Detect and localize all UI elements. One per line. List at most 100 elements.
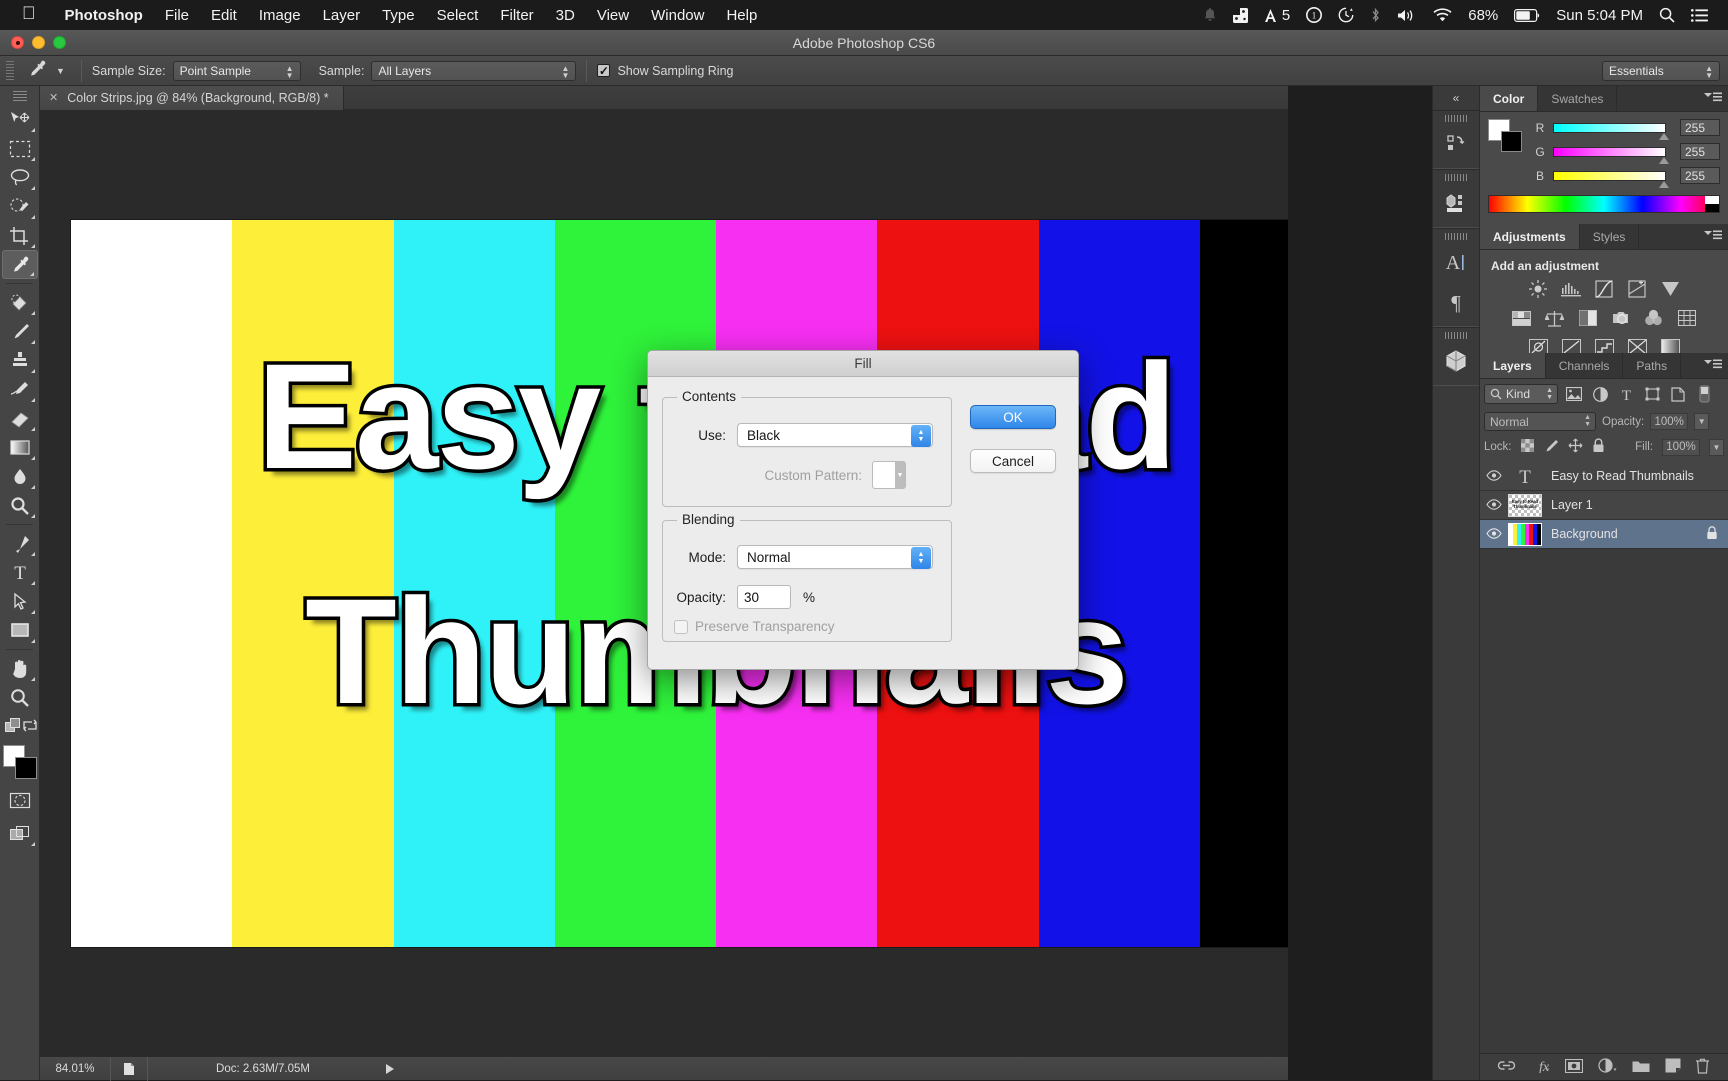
pen-tool[interactable] — [2, 529, 38, 558]
clock-icon[interactable] — [1330, 7, 1362, 23]
history-brush-tool[interactable] — [2, 375, 38, 404]
lasso-tool[interactable] — [2, 163, 38, 192]
current-tool-preset[interactable]: ▼ — [20, 58, 71, 83]
panel-group-grip[interactable] — [1445, 332, 1467, 339]
value-b[interactable]: 255 — [1680, 167, 1720, 184]
stepper-arrows-icon[interactable]: ▲▼ — [911, 547, 931, 569]
zoom-tool[interactable] — [2, 683, 38, 712]
smartobject-filter-icon[interactable] — [1668, 384, 1688, 404]
properties-panel-icon[interactable] — [1433, 183, 1479, 223]
foreground-background-color-swatches[interactable] — [2, 744, 38, 780]
sample-select[interactable]: All Layers ▲▼ — [371, 61, 576, 81]
slider-b[interactable] — [1553, 171, 1666, 181]
blend-mode-select[interactable]: Normal ▲▼ — [1484, 412, 1596, 431]
eyedropper-tool[interactable] — [2, 250, 38, 279]
document-tab[interactable]: ✕ Color Strips.jpg @ 84% (Background, RG… — [40, 86, 344, 110]
shape-filter-icon[interactable] — [1642, 384, 1662, 404]
workspace-select[interactable]: Essentials ▲▼ — [1602, 61, 1720, 81]
menu-image[interactable]: Image — [248, 7, 312, 24]
rectangle-tool[interactable] — [2, 616, 38, 645]
adobe-icon[interactable]: 5 — [1256, 7, 1298, 24]
collapse-icon[interactable]: « — [1433, 86, 1479, 110]
layer-name[interactable]: Background — [1551, 527, 1618, 541]
curves-icon[interactable] — [1593, 279, 1615, 299]
layer-row-background[interactable]: Background — [1480, 520, 1728, 549]
battery-icon[interactable] — [1506, 9, 1548, 22]
filter-toggle-icon[interactable] — [1694, 384, 1714, 404]
menu-type[interactable]: Type — [371, 7, 426, 24]
path-selection-tool[interactable] — [2, 587, 38, 616]
menu-select[interactable]: Select — [426, 7, 490, 24]
layer-visibility-icon[interactable] — [1480, 469, 1507, 484]
spectrum-white[interactable] — [1705, 196, 1719, 204]
swap-colors-icon[interactable] — [22, 718, 38, 738]
zoom-level[interactable]: 84.01% — [40, 1063, 110, 1075]
3d-panel-icon[interactable] — [1433, 341, 1479, 381]
menu-layer[interactable]: Layer — [312, 7, 372, 24]
use-select[interactable]: Black ▲▼ — [737, 423, 933, 447]
adjustment-filter-icon[interactable] — [1590, 384, 1610, 404]
menu-file[interactable]: File — [154, 7, 200, 24]
bluetooth-icon[interactable] — [1362, 7, 1389, 24]
type-tool[interactable]: T — [2, 558, 38, 587]
new-layer-icon[interactable] — [1665, 1058, 1681, 1076]
toolbar-grip[interactable] — [13, 91, 27, 101]
gradient-tool[interactable] — [2, 433, 38, 462]
menu-view[interactable]: View — [586, 7, 640, 24]
close-icon[interactable]: ✕ — [49, 91, 58, 104]
layer-name[interactable]: Easy to Read Thumbnails — [1551, 469, 1694, 483]
value-r[interactable]: 255 — [1680, 119, 1720, 136]
vibrance-icon[interactable] — [1659, 279, 1681, 299]
panel-group-grip[interactable] — [1445, 233, 1467, 240]
layer-thumbnail-raster[interactable]: Easy to ReadThumbnails — [1507, 493, 1543, 518]
slider-thumb[interactable] — [1659, 157, 1669, 164]
options-bar-grip[interactable] — [6, 61, 14, 81]
character-panel-icon[interactable]: A — [1433, 242, 1479, 282]
move-tool[interactable] — [2, 105, 38, 134]
sample-size-select[interactable]: Point Sample ▲▼ — [173, 61, 301, 81]
fill-dropdown-icon[interactable]: ▼ — [1709, 439, 1724, 456]
tab-color[interactable]: Color — [1480, 86, 1538, 111]
mode-select[interactable]: Normal ▲▼ — [737, 545, 933, 569]
panel-menu-icon[interactable] — [1704, 359, 1722, 373]
panel-menu-icon[interactable] — [1704, 92, 1722, 106]
show-sampling-ring-checkbox[interactable]: ✓ — [597, 64, 610, 77]
speaker-icon[interactable] — [1389, 8, 1425, 23]
healing-brush-tool[interactable] — [2, 288, 38, 317]
menu-3d[interactable]: 3D — [545, 7, 586, 24]
document-icon[interactable] — [111, 1062, 147, 1076]
layer-thumbnail-text[interactable]: T — [1507, 464, 1543, 489]
list-icon[interactable] — [1683, 9, 1716, 22]
tab-paths[interactable]: Paths — [1623, 353, 1681, 378]
hue-saturation-icon[interactable] — [1511, 308, 1533, 328]
lock-transparency-icon[interactable] — [1521, 439, 1534, 455]
background-color-swatch[interactable] — [15, 757, 37, 779]
panel-group-grip[interactable] — [1445, 115, 1467, 122]
slider-g[interactable] — [1553, 147, 1666, 157]
spectrum-black[interactable] — [1705, 204, 1719, 212]
panel-group-grip[interactable] — [1445, 174, 1467, 181]
slider-r[interactable] — [1553, 123, 1666, 133]
slider-thumb[interactable] — [1659, 133, 1669, 140]
lock-position-icon[interactable] — [1568, 438, 1583, 456]
dodge-tool[interactable] — [2, 491, 38, 520]
eraser-tool[interactable] — [2, 404, 38, 433]
adjustment-layer-icon[interactable] — [1598, 1058, 1617, 1076]
type-filter-icon[interactable]: T — [1616, 384, 1636, 404]
crop-tool[interactable] — [2, 221, 38, 250]
channel-mixer-icon[interactable] — [1643, 308, 1665, 328]
quick-mask-icon[interactable] — [2, 786, 38, 815]
color-lookup-icon[interactable] — [1676, 308, 1698, 328]
opacity-value[interactable]: 100% — [1650, 413, 1688, 430]
fill-value[interactable]: 100% — [1662, 439, 1700, 456]
delete-layer-icon[interactable] — [1695, 1058, 1710, 1077]
exposure-icon[interactable] — [1626, 279, 1648, 299]
color-spectrum-ramp[interactable] — [1488, 195, 1720, 213]
menu-help[interactable]: Help — [715, 7, 768, 24]
edit-toolbar-icon[interactable] — [5, 718, 22, 738]
paragraph-panel-icon[interactable]: ¶ — [1433, 282, 1479, 322]
levels-icon[interactable] — [1560, 279, 1582, 299]
brush-tool[interactable] — [2, 317, 38, 346]
slider-thumb[interactable] — [1659, 181, 1669, 188]
layer-style-icon[interactable]: fx — [1531, 1058, 1550, 1076]
